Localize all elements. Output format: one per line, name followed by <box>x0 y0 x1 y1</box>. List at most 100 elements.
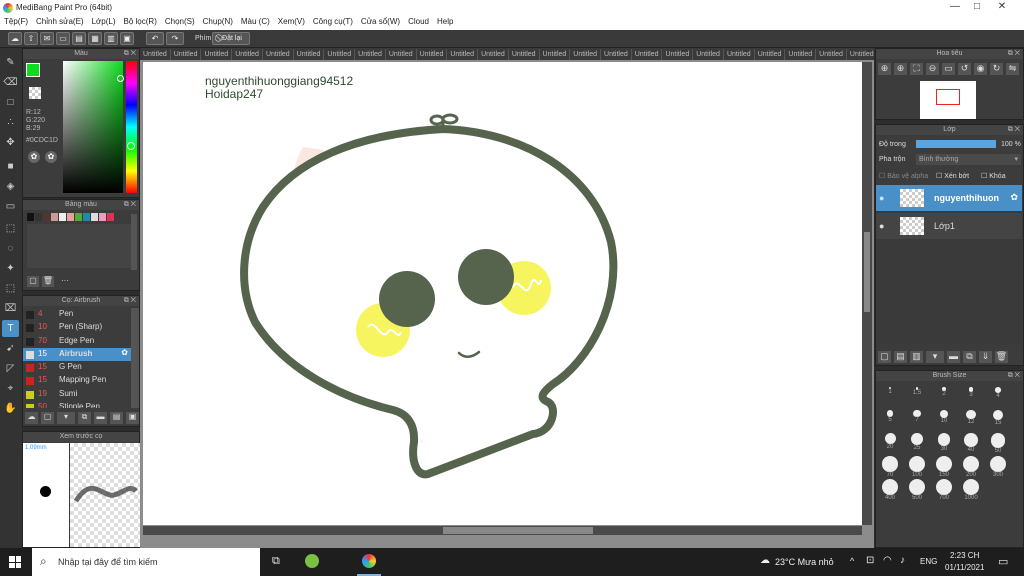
palette-swatch[interactable] <box>43 213 50 221</box>
brush-window-icon[interactable]: ▣ <box>126 412 139 424</box>
document-icon[interactable]: ▤ <box>72 32 86 45</box>
clock-time[interactable]: 2:23 CH <box>950 551 979 560</box>
brush-size-cell[interactable]: 400 <box>878 479 902 501</box>
eyedropper-icon[interactable]: ⌖ <box>2 380 19 397</box>
language-indicator[interactable]: ENG <box>920 557 937 566</box>
brush-item[interactable]: 10 Pen (Sharp) <box>23 321 131 334</box>
menu-item[interactable]: Cửa sổ(W) <box>357 16 404 30</box>
brush-menu-icon[interactable]: ▾ <box>57 412 75 424</box>
undo-icon[interactable]: ↶ <box>146 32 164 45</box>
brush-size-cell[interactable]: 3 <box>959 387 983 409</box>
clip-checkbox[interactable]: ☐ Xén bớt <box>936 172 969 180</box>
brush-size-cell[interactable]: 2 <box>932 387 956 409</box>
document-tab[interactable]: Untitled <box>570 49 602 60</box>
brush-size-cell[interactable]: 700 <box>932 479 956 501</box>
document-tab[interactable]: Untitled <box>447 49 479 60</box>
brush-size-cell[interactable]: 15 <box>986 410 1010 432</box>
add-palette-icon[interactable]: ▢ <box>27 276 39 287</box>
reset-button[interactable]: ⃠ Đặt lại <box>212 32 250 45</box>
hue-cursor[interactable] <box>127 142 135 150</box>
new-1bit-layer-icon[interactable]: ▥ <box>910 351 923 363</box>
redo-icon[interactable]: ↷ <box>166 32 184 45</box>
rotate-right-icon[interactable]: ↻ <box>990 63 1003 75</box>
palette-close-icon[interactable]: ⧉ ✕ <box>124 200 136 210</box>
menu-item[interactable]: Help <box>433 16 457 30</box>
document-tab[interactable]: Untitled <box>294 49 325 60</box>
brush-item[interactable]: 19 Sumi <box>23 388 131 401</box>
cloud-brush-icon[interactable]: ☁ <box>25 412 38 424</box>
brush-item[interactable]: 15 G Pen <box>23 361 131 374</box>
brush-size-cell[interactable]: 200 <box>959 456 983 478</box>
document-tab[interactable]: Untitled <box>662 49 694 60</box>
menu-item[interactable]: Bộ lọc(R) <box>120 16 161 30</box>
document-tab[interactable]: Untitled <box>417 49 448 60</box>
select-rect-icon[interactable]: ⬚ <box>2 220 19 237</box>
menu-item[interactable]: Tệp(F) <box>0 16 32 30</box>
network-icon[interactable]: ⊡ <box>866 555 874 566</box>
saturation-value-picker[interactable] <box>63 61 124 193</box>
brush-item[interactable]: 50 Stipple Pen <box>23 401 131 408</box>
palette-swatch[interactable] <box>83 213 90 221</box>
palette-swatch[interactable] <box>75 213 82 221</box>
select-pen-icon[interactable]: ⬚ <box>2 280 19 297</box>
palette-swatch[interactable] <box>107 213 114 221</box>
hue-slider[interactable] <box>126 61 137 193</box>
close-button[interactable]: ✕ <box>995 1 1009 14</box>
select-eraser-icon[interactable]: ⌧ <box>2 300 19 317</box>
document-tab[interactable]: Untitled <box>847 49 874 60</box>
canvas-paper[interactable]: nguyenthihuonggiang94512 Hoidap247 <box>143 62 862 525</box>
taskbar-search[interactable]: ⌕ Nhập tại đây để tìm kiếm <box>32 548 260 576</box>
document-tab[interactable]: Untitled <box>140 49 171 60</box>
palette-swatch[interactable] <box>35 213 42 221</box>
reset-rotate-icon[interactable]: ◉ <box>974 63 987 75</box>
upload-icon[interactable]: ⇧ <box>24 32 38 45</box>
bucket-tool-icon[interactable]: ◈ <box>2 178 19 195</box>
opacity-slider[interactable] <box>916 140 996 148</box>
brush-tool-icon[interactable]: ✎ <box>2 54 19 71</box>
brush-item[interactable]: 4 Pen <box>23 308 131 321</box>
document-tab[interactable]: Untitled <box>601 49 632 60</box>
notification-icon[interactable]: ▭ <box>998 555 1008 568</box>
blend-select[interactable]: Bình thường ▾ <box>916 154 1021 165</box>
new-brush-icon[interactable]: ▢ <box>41 412 54 424</box>
brush-size-cell[interactable]: 500 <box>905 479 929 501</box>
operation-tool-icon[interactable]: ➹ <box>2 340 19 357</box>
layer-settings-gear-icon[interactable]: ✿ <box>1010 192 1018 203</box>
menu-item[interactable]: Công cụ(T) <box>309 16 357 30</box>
document-tab[interactable]: Untitled <box>785 49 817 60</box>
lock-checkbox[interactable]: ☐ Khóa <box>981 172 1006 180</box>
navigator-thumbnail[interactable] <box>920 81 976 119</box>
brush-size-cell[interactable]: 50 <box>986 433 1010 455</box>
folder-brush-icon[interactable]: ▬ <box>94 412 107 424</box>
menu-item[interactable]: Xem(V) <box>274 16 309 30</box>
document-tab[interactable]: Untitled <box>755 49 786 60</box>
eye-icon[interactable]: ● <box>879 221 884 231</box>
palette-swatch[interactable] <box>59 213 66 221</box>
document-tab[interactable]: Untitled <box>724 49 755 60</box>
brush-size-cell[interactable]: 25 <box>905 433 929 455</box>
navigator-close-icon[interactable]: ⧉ ✕ <box>1008 49 1020 59</box>
wifi-icon[interactable]: ◠ <box>883 555 892 566</box>
medibang-taskbar-icon[interactable] <box>362 554 376 568</box>
brush-size-cell[interactable]: 100 <box>905 456 929 478</box>
text-tool-icon[interactable]: T <box>2 320 19 337</box>
duplicate-layer-icon[interactable]: ⧉ <box>963 351 976 363</box>
layer-folder-icon[interactable]: ▬ <box>947 351 960 363</box>
palette-swatch[interactable] <box>27 213 34 221</box>
magic-wand-icon[interactable]: ✦ <box>2 260 19 277</box>
canvas-hscroll[interactable] <box>143 526 862 535</box>
hand-tool-icon[interactable]: ✋ <box>2 400 19 417</box>
clock-date[interactable]: 01/11/2021 <box>945 563 984 572</box>
brush-size-cell[interactable]: 7 <box>905 410 929 432</box>
duplicate-brush-icon[interactable]: ⧉ <box>78 412 91 424</box>
document-tab[interactable]: Untitled <box>540 49 571 60</box>
shape-tool-icon[interactable]: □ <box>2 94 19 111</box>
brush-item[interactable]: 15 Mapping Pen <box>23 374 131 387</box>
document-tab[interactable]: Untitled <box>693 49 724 60</box>
brush-size-cell[interactable]: 1 <box>878 387 902 409</box>
weather-text[interactable]: 23°C Mưa nhỏ <box>775 557 834 567</box>
panel-icon[interactable]: ▣ <box>120 32 134 45</box>
lasso-icon[interactable]: ◌ <box>2 240 19 257</box>
brush-size-close-icon[interactable]: ⧉ ✕ <box>1008 371 1020 381</box>
tray-chevron-icon[interactable]: ^ <box>850 556 854 566</box>
